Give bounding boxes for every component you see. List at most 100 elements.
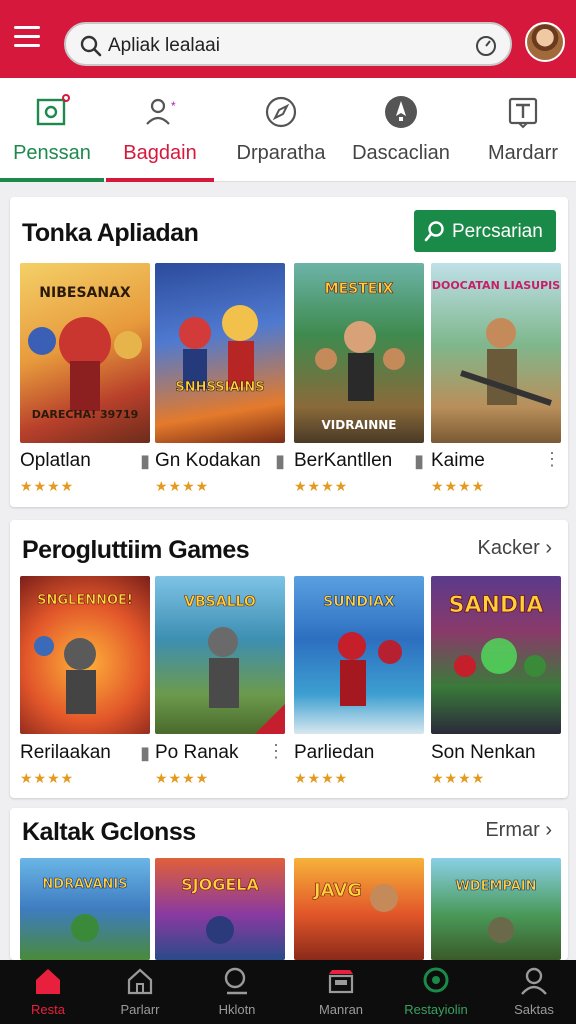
app-thumbnail: SJOGELA: [155, 858, 285, 960]
nav-label: Resta: [31, 1002, 65, 1017]
app-options-icon[interactable]: ▮: [140, 743, 150, 764]
app-card[interactable]: WDEMPAIN: [431, 858, 561, 960]
nav-saktas[interactable]: Saktas: [486, 960, 576, 1024]
compass-icon: [265, 96, 297, 128]
app-thumbnail: DOOCATAN LIASUPIS: [431, 263, 561, 443]
tab-indicator: [0, 178, 104, 182]
tab-mardarr[interactable]: Mardarr: [474, 78, 572, 182]
nav-parlarr[interactable]: Parlarr: [92, 960, 188, 1024]
section-title: Perogluttiim Games: [22, 536, 250, 564]
tab-label: Penssan: [13, 142, 91, 164]
nav-restayiolin[interactable]: Restayiolin: [388, 960, 484, 1024]
app-art-title: SNHSSIAINS: [175, 380, 264, 395]
nav-home[interactable]: Resta: [0, 960, 96, 1024]
app-rating: ★★★★: [155, 770, 210, 786]
tab-dascaclian[interactable]: Dascaclian: [346, 78, 456, 182]
photo-icon: [36, 94, 70, 126]
category-tabs: Penssan * Bagdain Drparatha Dascaclian M…: [0, 78, 576, 182]
see-more-label: Ermar: [485, 819, 540, 841]
app-art-title: NIBESANAX: [39, 285, 131, 301]
app-thumbnail: SNGLENNOE!: [20, 576, 150, 734]
app-options-icon[interactable]: ▮: [275, 451, 285, 472]
app-thumbnail: SANDIA: [431, 576, 561, 734]
app-thumbnail: NIBESANAX DARECHA! 39719: [20, 263, 150, 443]
search-icon: [224, 967, 247, 995]
avatar[interactable]: [525, 22, 565, 62]
app-art-title: WDEMPAIN: [455, 879, 536, 894]
app-art-subtitle: DARECHA! 39719: [32, 408, 139, 421]
app-name: BerKantllen: [294, 450, 393, 471]
search-icon: [80, 35, 102, 57]
top-app-bar: Apliak lealaai: [0, 0, 576, 78]
user-icon: *: [146, 98, 176, 125]
app-card[interactable]: SNGLENNOE! Rerilaakan ▮ ★★★★: [20, 576, 150, 790]
tab-indicator: [106, 178, 214, 182]
nav-manran[interactable]: Manran: [293, 960, 389, 1024]
app-card[interactable]: NIBESANAX DARECHA! 39719 Oplatlan ▮ ★★★★: [20, 263, 150, 499]
tab-bagdain[interactable]: * Bagdain: [106, 78, 214, 182]
app-thumbnail: MESTEIX VIDRAINNE: [294, 263, 424, 443]
profile-icon: [521, 967, 547, 995]
section-top-apps: Tonka Apliadan Percsarian NIBESANAX DARE…: [10, 197, 568, 507]
app-card[interactable]: DOOCATAN LIASUPIS Kaime ⋮ ★★★★: [431, 263, 561, 499]
more-vert-icon[interactable]: ⋮: [543, 449, 561, 470]
app-thumbnail: WDEMPAIN: [431, 858, 561, 960]
more-vert-icon[interactable]: ⋮: [267, 741, 285, 762]
discover-icon: [423, 967, 449, 993]
app-rating: ★★★★: [155, 478, 210, 494]
app-name: Rerilaakan: [20, 742, 111, 763]
app-options-icon[interactable]: ▮: [414, 451, 424, 472]
rocket-icon: [385, 96, 417, 128]
app-art-subtitle: VIDRAINNE: [322, 418, 397, 432]
app-rating: ★★★★: [431, 478, 486, 494]
app-thumbnail: JAVG: [294, 858, 424, 960]
app-name: Oplatlan: [20, 450, 91, 471]
section-title: Kaltak Gclonss: [22, 818, 196, 846]
search-input[interactable]: Apliak lealaai: [108, 35, 220, 57]
app-card[interactable]: NDRAVANIS: [20, 858, 150, 960]
search-bar[interactable]: Apliak lealaai: [64, 22, 512, 66]
app-name: Parliedan: [294, 742, 375, 763]
app-options-icon[interactable]: ▮: [140, 451, 150, 472]
app-card[interactable]: SJOGELA: [155, 858, 285, 960]
app-art-title: SANDIA: [449, 593, 544, 618]
app-thumbnail: SUNDIAX: [294, 576, 424, 734]
see-more-link[interactable]: Kacker ›: [478, 537, 552, 560]
app-name: Son Nenkan: [431, 742, 536, 763]
app-rating: ★★★★: [20, 478, 75, 494]
nav-label: Saktas: [514, 1002, 554, 1017]
see-more-link[interactable]: Ermar ›: [485, 819, 552, 842]
tab-label: Bagdain: [123, 142, 197, 164]
voice-search-icon[interactable]: [474, 34, 498, 58]
app-card[interactable]: SNHSSIAINS Gn Kodakan ▮ ★★★★: [155, 263, 285, 499]
chevron-right-icon: ›: [545, 819, 552, 841]
app-art-title: SNGLENNOE!: [37, 593, 133, 608]
search-button-label: Percsarian: [452, 221, 543, 242]
tab-drparatha[interactable]: Drparatha: [220, 78, 342, 182]
tab-penssan[interactable]: Penssan: [0, 78, 104, 182]
text-icon: [508, 97, 538, 129]
app-thumbnail: NDRAVANIS: [20, 858, 150, 960]
tab-label: Dascaclian: [352, 142, 450, 164]
app-rating: ★★★★: [20, 770, 75, 786]
app-card[interactable]: JAVG: [294, 858, 424, 960]
menu-icon[interactable]: [14, 26, 48, 54]
app-thumbnail: VBSALLO: [155, 576, 285, 734]
app-thumbnail: SNHSSIAINS: [155, 263, 285, 443]
tab-label: Drparatha: [236, 142, 326, 164]
tab-label: Mardarr: [487, 142, 558, 164]
app-card[interactable]: MESTEIX VIDRAINNE BerKantllen ▮ ★★★★: [294, 263, 424, 499]
nav-hklotn[interactable]: Hklotn: [189, 960, 285, 1024]
nav-label: Manran: [318, 1002, 364, 1017]
app-rating: ★★★★: [294, 478, 349, 494]
app-name: Gn Kodakan: [155, 450, 261, 471]
search-button[interactable]: Percsarian: [414, 210, 556, 252]
nav-label: Hklotn: [218, 1002, 256, 1017]
app-card[interactable]: SANDIA Son Nenkan ★★★★: [431, 576, 561, 790]
app-art-title: MESTEIX: [325, 281, 394, 297]
app-art-title: DOOCATAN LIASUPIS: [432, 279, 560, 292]
app-card[interactable]: SUNDIAX Parliedan ★★★★: [294, 576, 424, 790]
app-card[interactable]: VBSALLO Po Ranak ⋮ ★★★★: [155, 576, 285, 790]
store-icon: [328, 970, 354, 994]
section-latest-games: Kaltak Gclonss Ermar › NDRAVANIS SJOGELA…: [10, 808, 568, 960]
